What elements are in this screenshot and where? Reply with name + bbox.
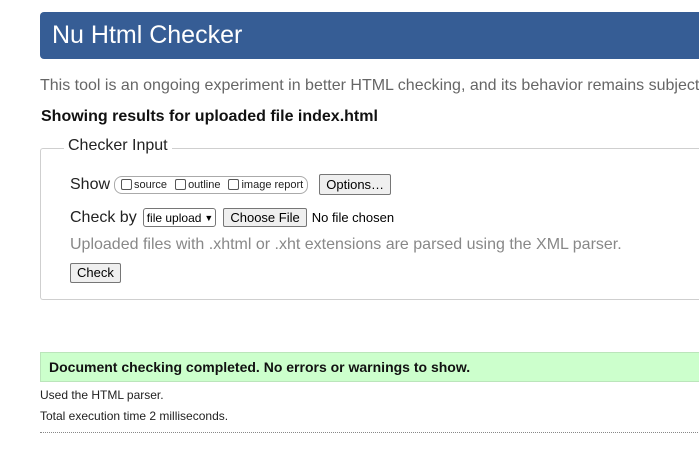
divider xyxy=(40,432,699,433)
source-label: source xyxy=(134,178,168,191)
chevron-down-icon: ▼ xyxy=(204,212,214,223)
show-outline-option[interactable]: outline xyxy=(175,179,220,191)
show-source-option[interactable]: source xyxy=(121,179,167,191)
intro-text: This tool is an ongoing experiment in be… xyxy=(40,77,699,94)
image-report-checkbox[interactable] xyxy=(228,179,240,190)
results-heading: Showing results for uploaded file index.… xyxy=(41,108,378,125)
choose-file-button[interactable]: Choose File xyxy=(223,208,307,227)
show-row: Show source outline image report Options… xyxy=(70,174,392,195)
page-header: Nu Html Checker xyxy=(40,12,699,59)
check-by-label: Check by xyxy=(70,208,137,226)
check-by-select[interactable]: file upload ▼ xyxy=(142,208,217,227)
file-status: No file chosen xyxy=(311,210,395,225)
checker-input-legend: Checker Input xyxy=(64,137,172,155)
image-report-label: image report xyxy=(241,178,304,191)
show-image-report-option[interactable]: image report xyxy=(228,179,303,191)
parser-note: Used the HTML parser. xyxy=(40,388,164,402)
outline-label: outline xyxy=(188,178,221,191)
page-title: Nu Html Checker xyxy=(52,21,243,49)
check-by-selected-value: file upload xyxy=(146,210,202,225)
xml-parser-hint: Uploaded files with .xhtml or .xht exten… xyxy=(70,236,622,253)
check-by-row: Check by file upload ▼ Choose File No fi… xyxy=(70,208,394,227)
outline-checkbox[interactable] xyxy=(175,179,187,190)
check-button[interactable]: Check xyxy=(70,263,121,283)
source-checkbox[interactable] xyxy=(121,179,133,190)
success-message: Document checking completed. No errors o… xyxy=(40,352,699,382)
show-label: Show xyxy=(70,175,111,193)
execution-time: Total execution time 2 milliseconds. xyxy=(40,409,229,423)
options-button[interactable]: Options… xyxy=(319,174,392,195)
show-options-group: source outline image report xyxy=(114,175,309,194)
